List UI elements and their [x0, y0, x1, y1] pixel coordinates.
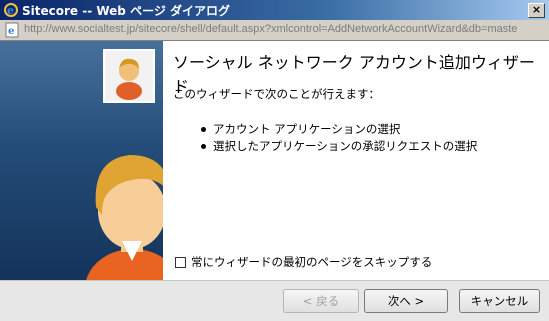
svg-text:e: e	[8, 26, 14, 37]
avatar-frame	[103, 49, 155, 103]
bullet-icon	[201, 127, 206, 132]
list-item-text: 選択したアプリケーションの承認リクエストの選択	[213, 139, 478, 153]
back-button[interactable]: < 戻る	[283, 289, 359, 313]
close-button[interactable]: ×	[528, 3, 545, 18]
internet-explorer-icon: e	[4, 3, 18, 17]
list-item-text: アカウント アプリケーションの選択	[213, 122, 401, 136]
skip-first-page-option[interactable]: 常にウィザードの最初のページをスキップする	[175, 254, 432, 270]
feature-list: アカウント アプリケーションの選択 選択したアプリケーションの承認リクエストの選…	[201, 121, 477, 155]
wizard-side-panel	[0, 41, 163, 280]
title-bar: e Sitecore -- Web ページ ダイアログ ×	[0, 0, 549, 20]
next-button[interactable]: 次へ >	[364, 289, 448, 313]
address-bar: e http://www.socialtest.jp/sitecore/shel…	[0, 20, 549, 41]
page-icon: e	[5, 22, 19, 38]
wizard-content: ソーシャル ネットワーク アカウント追加ウィザード このウィザードで次のことが行…	[163, 41, 549, 280]
bullet-icon	[201, 144, 206, 149]
user-illustration	[86, 155, 163, 280]
button-bar: < 戻る 次へ > キャンセル	[0, 280, 549, 321]
svg-text:e: e	[7, 4, 14, 17]
list-item: アカウント アプリケーションの選択	[201, 121, 477, 138]
cancel-button[interactable]: キャンセル	[459, 289, 540, 313]
skip-first-page-checkbox[interactable]	[175, 256, 186, 268]
skip-first-page-label: 常にウィザードの最初のページをスキップする	[191, 255, 433, 269]
wizard-intro: このウィザードで次のことが行えます：	[173, 87, 380, 101]
user-avatar-icon	[116, 58, 142, 100]
list-item: 選択したアプリケーションの承認リクエストの選択	[201, 138, 477, 155]
window-title: Sitecore -- Web ページ ダイアログ	[22, 4, 231, 18]
address-url: http://www.socialtest.jp/sitecore/shell/…	[24, 23, 518, 35]
